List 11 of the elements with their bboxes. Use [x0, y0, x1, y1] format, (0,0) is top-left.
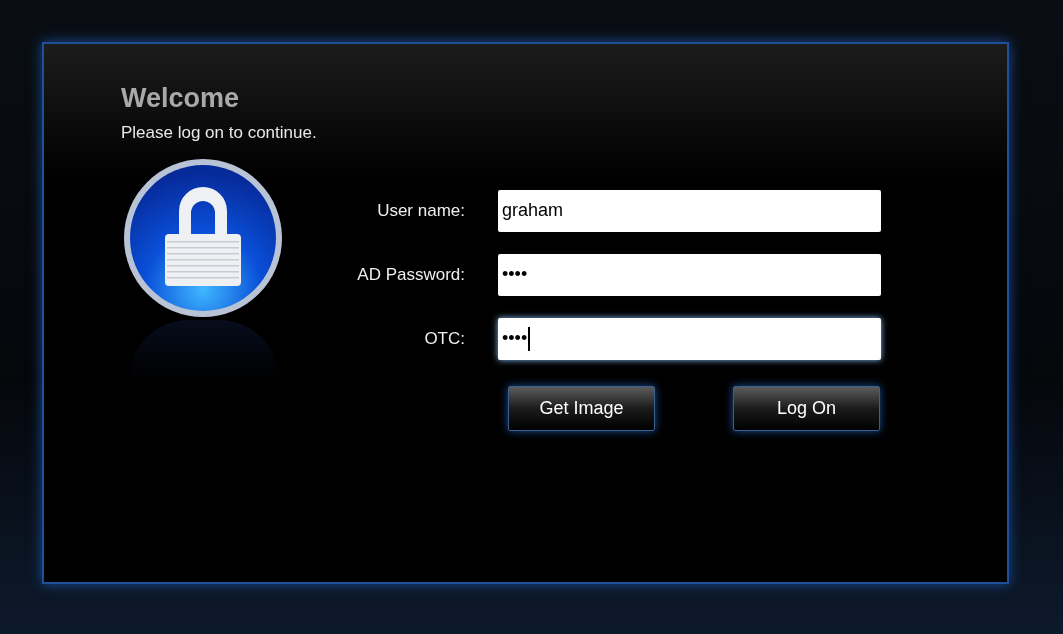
- field-label: User name:: [376, 199, 466, 222]
- field-label: AD Password:: [356, 263, 466, 286]
- input-field[interactable]: ••••: [498, 253, 881, 296]
- welcome-title: Welcome: [121, 82, 241, 115]
- input-field[interactable]: ••••: [498, 317, 881, 360]
- action-button[interactable]: Get Image: [508, 385, 655, 431]
- instruction-text: Please log on to continue.: [121, 122, 318, 144]
- text-cursor: [528, 326, 531, 351]
- field-label: OTC:: [423, 327, 466, 350]
- input-field[interactable]: graham: [498, 189, 881, 232]
- action-button[interactable]: Log On: [733, 385, 880, 431]
